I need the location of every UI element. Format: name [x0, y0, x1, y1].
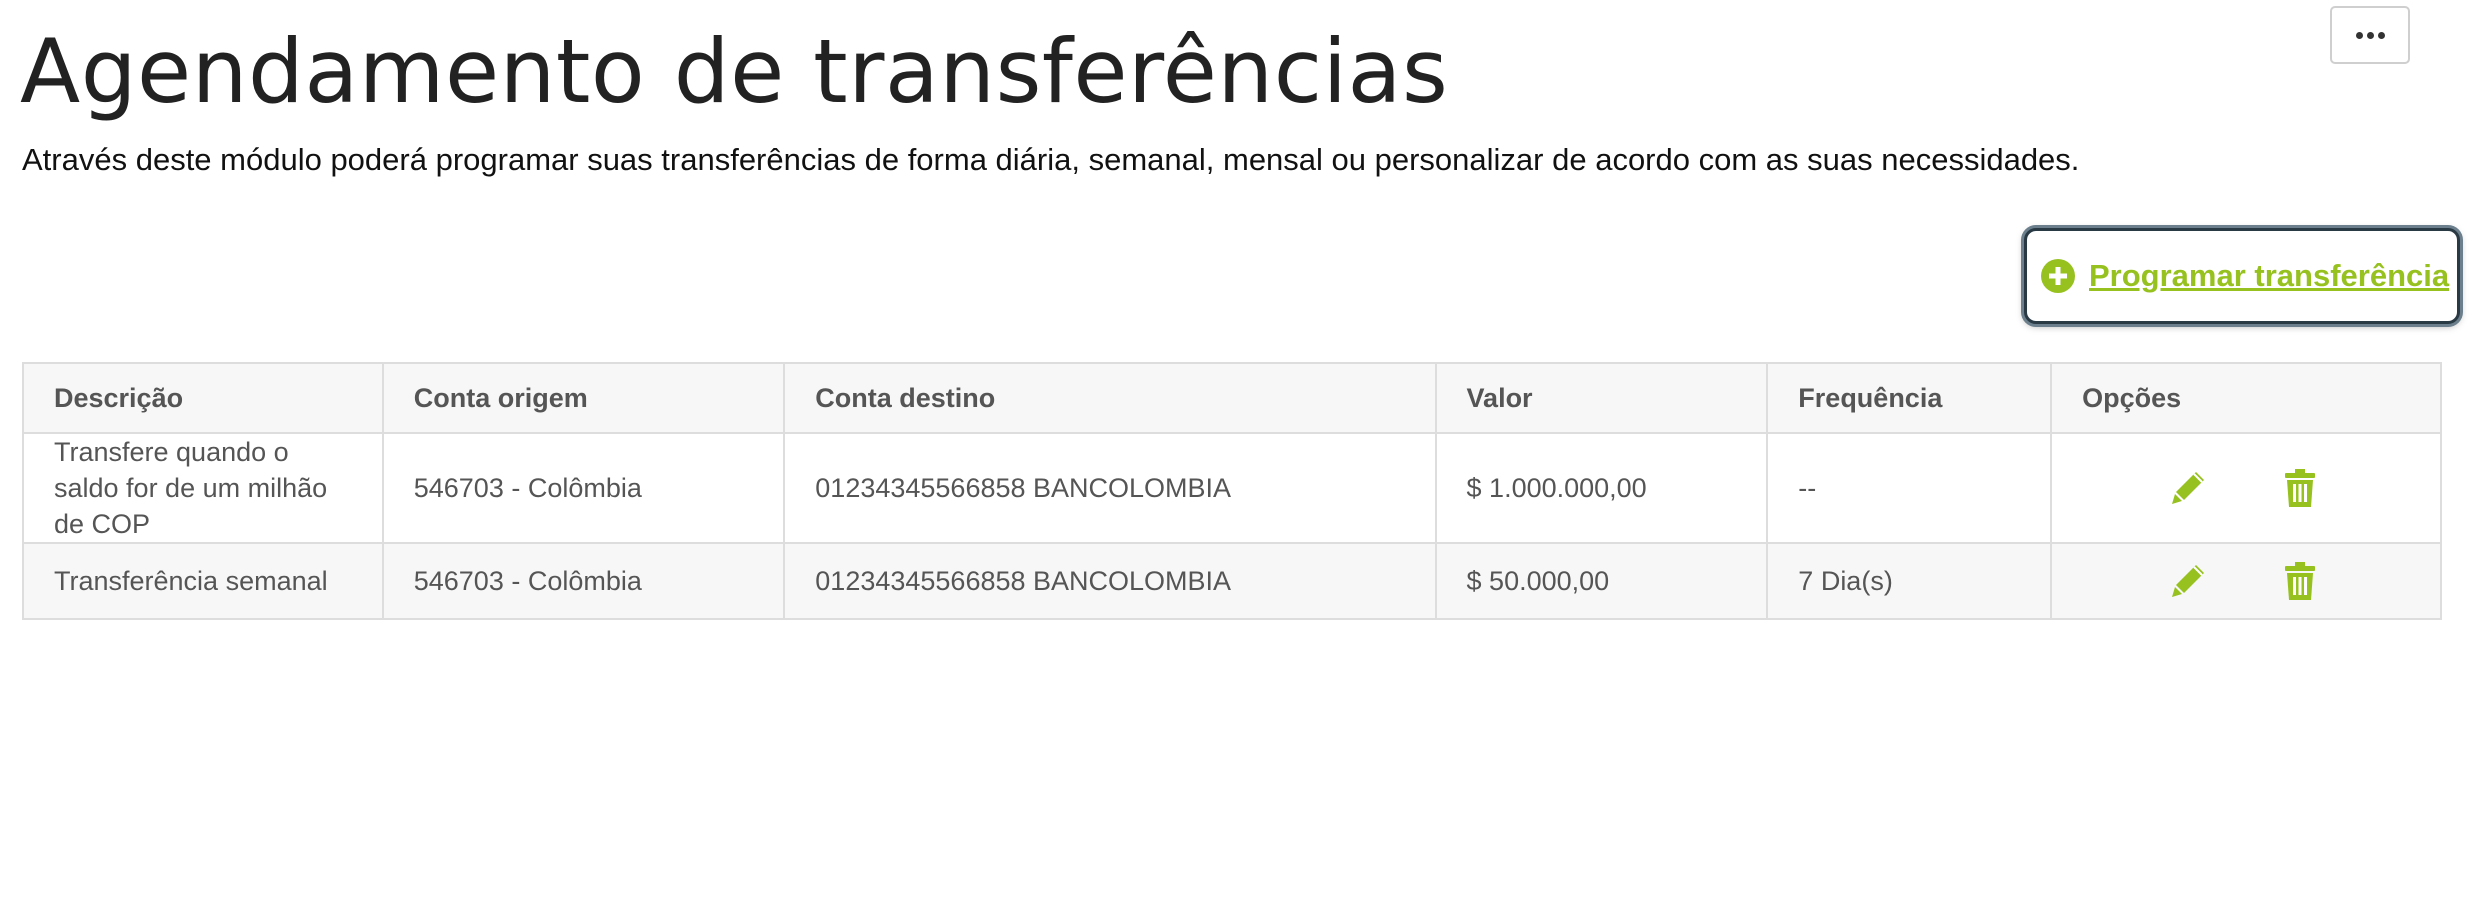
delete-button[interactable]	[2282, 562, 2318, 600]
table-header-row: Descrição Conta origem Conta destino Val…	[22, 362, 2442, 434]
column-header-frequencia: Frequência	[1766, 362, 2053, 434]
cell-valor: $ 50.000,00	[1434, 542, 1769, 620]
page-description: Através deste módulo poderá programar su…	[22, 142, 2080, 177]
schedule-transfer-button[interactable]: Programar transferência	[2024, 228, 2460, 324]
column-header-descricao: Descrição	[22, 362, 384, 434]
column-header-opcoes: Opções	[2050, 362, 2442, 434]
trash-icon	[2285, 562, 2316, 600]
cell-valor: $ 1.000.000,00	[1434, 432, 1769, 544]
cell-descricao: Transfere quando o saldo for de um milhã…	[22, 432, 384, 544]
pencil-icon	[2172, 565, 2205, 597]
edit-button[interactable]	[2170, 469, 2206, 507]
cell-opcoes	[2050, 432, 2442, 544]
column-header-valor: Valor	[1434, 362, 1769, 434]
cell-frequencia: --	[1766, 432, 2053, 544]
cell-conta-destino: 01234345566858 BANCOLOMBIA	[783, 542, 1437, 620]
column-header-conta-destino: Conta destino	[783, 362, 1437, 434]
page-title: Agendamento de transferências	[20, 20, 1449, 123]
more-horizontal-icon	[2355, 31, 2385, 39]
table-row: Transferência semanal 546703 - Colômbia …	[22, 542, 2442, 620]
column-header-conta-origem: Conta origem	[381, 362, 786, 434]
schedule-transfer-label: Programar transferência	[2089, 258, 2450, 293]
cell-frequencia: 7 Dia(s)	[1766, 542, 2053, 620]
trash-icon	[2285, 469, 2316, 507]
plus-circle-icon	[2041, 259, 2075, 293]
page: Agendamento de transferências Através de…	[0, 0, 2472, 910]
cell-descricao: Transferência semanal	[22, 542, 384, 620]
table-row: Transfere quando o saldo for de um milhã…	[22, 432, 2442, 544]
delete-button[interactable]	[2282, 469, 2318, 507]
transfers-table: Descrição Conta origem Conta destino Val…	[22, 362, 2442, 620]
cell-conta-origem: 546703 - Colômbia	[381, 542, 786, 620]
cell-opcoes	[2050, 542, 2442, 620]
more-options-button[interactable]	[2330, 6, 2410, 64]
cell-conta-destino: 01234345566858 BANCOLOMBIA	[783, 432, 1437, 544]
edit-button[interactable]	[2170, 562, 2206, 600]
pencil-icon	[2172, 472, 2205, 504]
cell-conta-origem: 546703 - Colômbia	[381, 432, 786, 544]
